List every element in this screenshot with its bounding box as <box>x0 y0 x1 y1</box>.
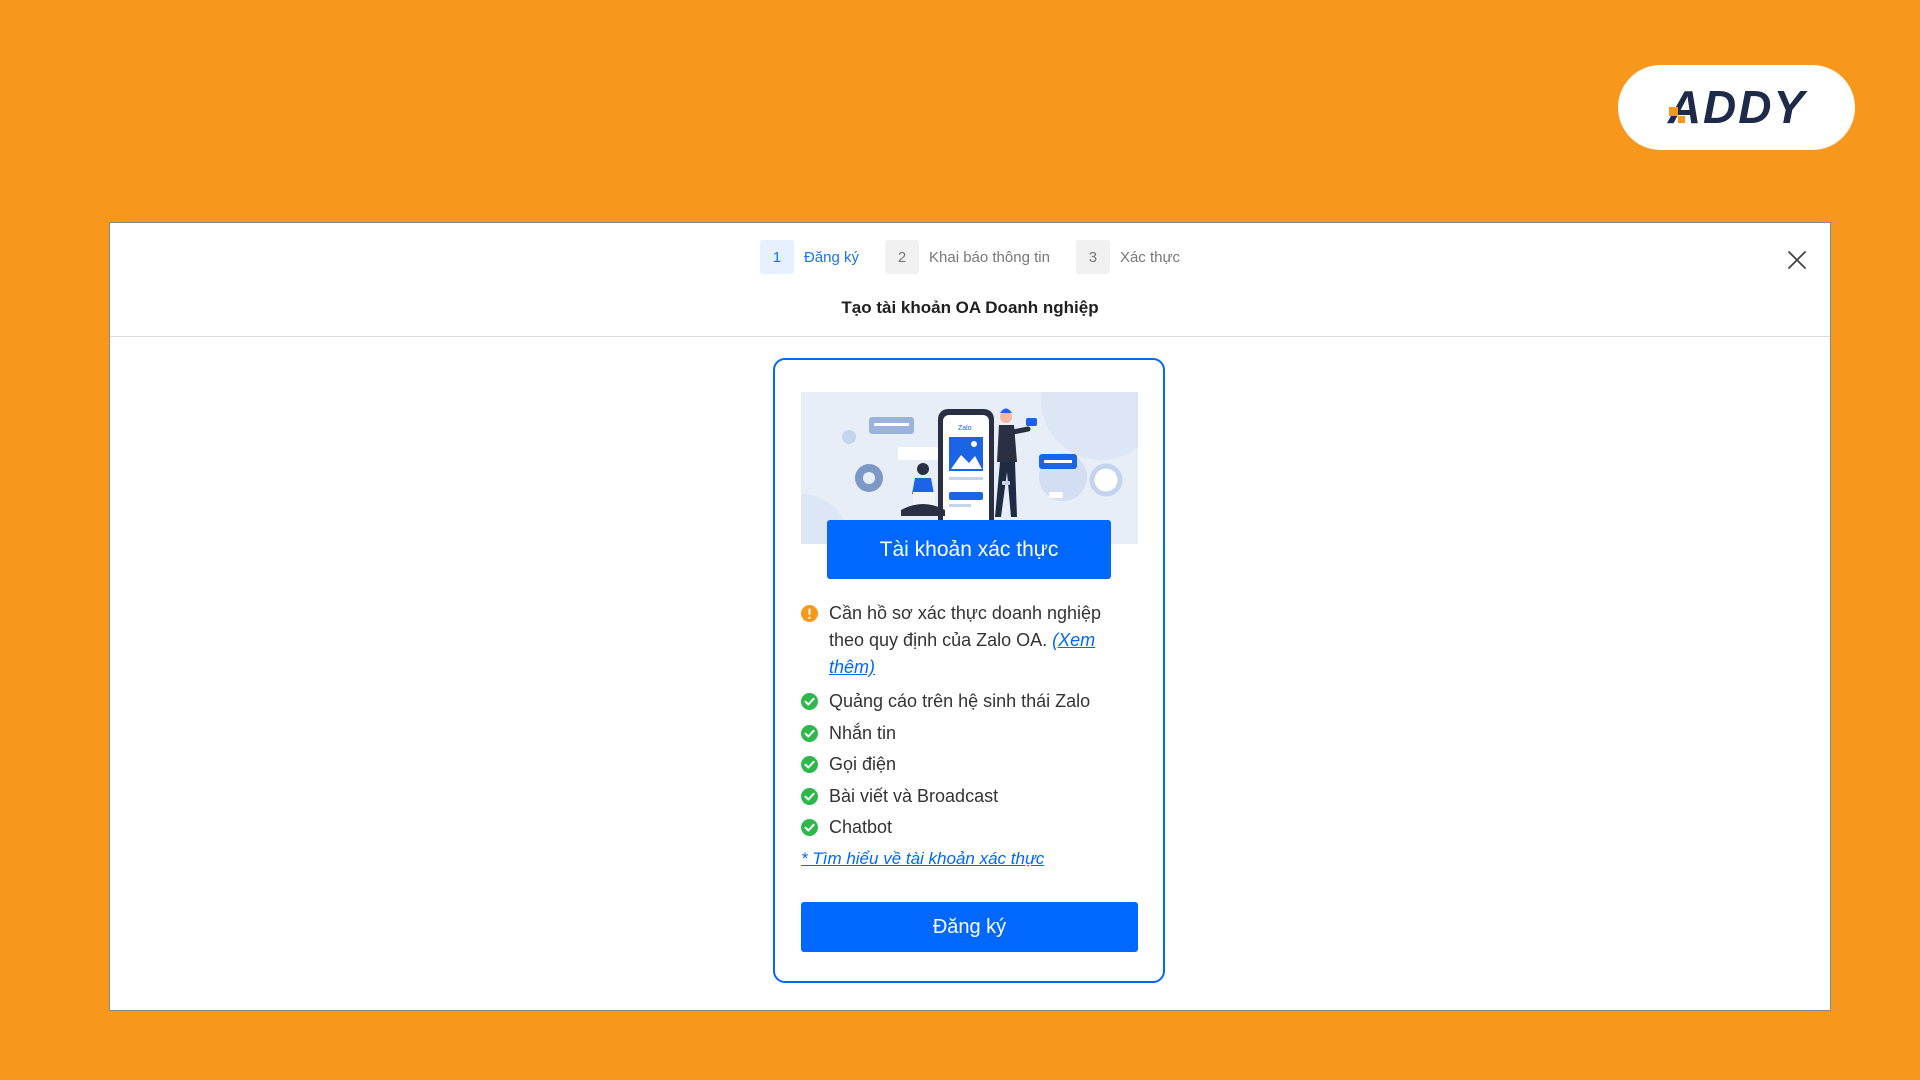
step-label: Đăng ký <box>803 248 859 266</box>
verified-account-card[interactable]: Zalo Tài khoản xác thực Cần hồ sơ xác th… <box>773 358 1165 983</box>
modal-header: 1 Đăng ký 2 Khai báo thông tin 3 Xác thự… <box>110 223 1830 337</box>
illustration-phone-label: Zalo <box>958 425 972 432</box>
check-circle-icon <box>801 756 818 774</box>
brand-logo: ADDY <box>1618 65 1855 150</box>
check-circle-icon <box>801 819 818 837</box>
feature-label: Nhắn tin <box>829 722 897 743</box>
feature-item: Bài viết và Broadcast <box>801 781 1141 813</box>
check-circle-icon <box>801 787 818 805</box>
warning-icon <box>801 605 818 622</box>
logo-text: ADDY <box>1666 83 1808 133</box>
check-circle-icon <box>801 693 818 711</box>
step-number: 3 <box>1075 240 1110 274</box>
step-verify[interactable]: 3 Xác thực <box>1075 240 1181 274</box>
check-circle-icon <box>801 724 818 742</box>
step-label: Khai báo thông tin <box>929 248 1050 266</box>
close-icon <box>1788 251 1806 269</box>
feature-label: Bài viết và Broadcast <box>829 785 999 806</box>
modal-title: Tạo tài khoản OA Doanh nghiệp <box>841 298 1099 317</box>
addy-logo-icon: ADDY <box>1666 83 1808 133</box>
step-number: 1 <box>759 240 794 274</box>
feature-item: Nhắn tin <box>801 718 1141 750</box>
feature-item: Chatbot <box>801 812 1141 844</box>
step-number: 2 <box>885 240 919 274</box>
requirement-note: Cần hồ sơ xác thực doanh nghiệp theo quy… <box>801 600 1141 681</box>
stepper: 1 Đăng ký 2 Khai báo thông tin 3 Xác thự… <box>110 240 1830 274</box>
feature-item: Gọi điện <box>801 749 1141 781</box>
close-button[interactable] <box>1782 245 1812 275</box>
learn-more-link[interactable]: * Tìm hiểu về tài khoản xác thực <box>801 849 1044 869</box>
step-label: Xác thực <box>1119 248 1181 266</box>
register-button[interactable]: Đăng ký <box>801 902 1138 952</box>
requirement-text-wrap: Cần hồ sơ xác thực doanh nghiệp theo quy… <box>829 600 1141 681</box>
feature-list: Quảng cáo trên hệ sinh thái Zalo Nhắn ti… <box>801 686 1141 844</box>
feature-label: Gọi điện <box>829 754 897 775</box>
step-register[interactable]: 1 Đăng ký <box>759 240 859 274</box>
create-oa-modal: 1 Đăng ký 2 Khai báo thông tin 3 Xác thự… <box>109 222 1831 1011</box>
feature-item: Quảng cáo trên hệ sinh thái Zalo <box>801 686 1141 718</box>
step-declare-info[interactable]: 2 Khai báo thông tin <box>885 240 1050 274</box>
feature-label: Chatbot <box>829 817 893 838</box>
feature-label: Quảng cáo trên hệ sinh thái Zalo <box>829 691 1091 712</box>
verified-account-badge: Tài khoản xác thực <box>827 520 1111 579</box>
